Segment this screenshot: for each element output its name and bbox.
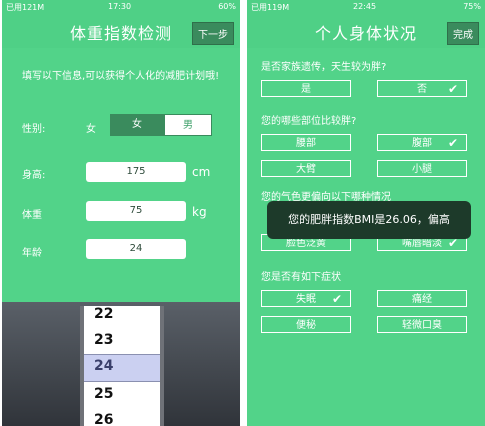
question-body-parts: 您的哪些部位比较胖? [261,116,357,127]
option-label: 腹部 [412,138,432,149]
done-button[interactable]: 完成 [447,22,479,45]
option-calf[interactable]: 小腿 [377,160,467,177]
option-label: 轻微口臭 [402,320,442,331]
status-time: 22:45 [353,2,377,11]
carrier-text: 已用121M [6,3,45,12]
height-unit: cm [192,165,211,179]
status-bar: 已用119M 22:45 75% [247,0,485,14]
option-arm[interactable]: 大臂 [261,160,351,177]
picker-row[interactable]: 23 [94,332,113,348]
nav-bar: 个人身体状况 完成 [247,14,485,48]
gender-label: 性别: [22,124,46,135]
checkmark-icon: ✔ [447,82,458,96]
picker-row[interactable]: 25 [94,386,113,402]
option-label: 痛经 [412,294,432,305]
question-symptoms: 您是否有如下症状 [261,272,341,283]
gender-value: 女 [86,124,96,135]
age-label: 年龄 [22,248,42,259]
status-bar: 已用121M 17:30 60% [2,0,240,14]
option-label: 失眠 [296,294,316,305]
option-dysmenorrhea[interactable]: 痛经 [377,290,467,307]
option-insomnia[interactable]: 失眠 ✔ [261,290,351,307]
option-label: 脸色泛黄 [286,238,326,249]
option-label: 小腿 [412,164,432,175]
height-label: 身高: [22,170,46,181]
weight-label: 体重 [22,210,42,221]
option-label: 大臂 [296,164,316,175]
picker-row[interactable]: 26 [94,412,113,426]
option-yes[interactable]: 是 [261,80,351,97]
battery-text: 75% [463,2,481,11]
option-belly[interactable]: 腹部 ✔ [377,134,467,151]
option-bad-breath[interactable]: 轻微口臭 [377,316,467,333]
weight-field[interactable]: 75 [86,201,186,221]
bmi-screen: 已用121M 17:30 60% 体重指数检测 下一步 填写以下信息,可以获得个… [2,0,240,426]
option-waist[interactable]: 腰部 [261,134,351,151]
checkmark-icon: ✔ [447,136,458,150]
next-button[interactable]: 下一步 [192,22,234,45]
age-field[interactable]: 24 [86,239,186,259]
picker-wheel[interactable]: 22 23 24 25 26 [80,306,164,426]
picker-row[interactable]: 22 [94,306,113,322]
weight-unit: kg [192,205,207,219]
option-no[interactable]: 否 ✔ [377,80,467,97]
option-label: 腰部 [296,138,316,149]
question-heredity: 是否家族遗传，天生较为胖? [261,62,387,73]
option-constipation[interactable]: 便秘 [261,316,351,333]
carrier-text: 已用119M [251,3,290,12]
intro-text: 填写以下信息,可以获得个人化的减肥计划哦! [22,71,220,82]
bmi-result-toast: 您的肥胖指数BMI是26.06，偏高 [267,201,471,239]
option-label: 嘴唇暗淡 [402,238,442,249]
picker-row-selected[interactable]: 24 [94,358,113,374]
height-field[interactable]: 175 [86,162,186,182]
body-status-screen: 已用119M 22:45 75% 个人身体状况 完成 是否家族遗传，天生较为胖?… [247,0,485,426]
option-label: 是 [301,84,311,95]
gender-female-option[interactable]: 女 [110,114,164,136]
battery-text: 60% [218,2,236,11]
age-picker: 22 23 24 25 26 [2,302,240,426]
checkmark-icon: ✔ [331,292,342,306]
option-label: 否 [417,84,427,95]
nav-bar: 体重指数检测 下一步 [2,14,240,48]
gender-male-option[interactable]: 男 [164,114,212,136]
option-label: 便秘 [296,320,316,331]
status-time: 17:30 [108,2,132,11]
